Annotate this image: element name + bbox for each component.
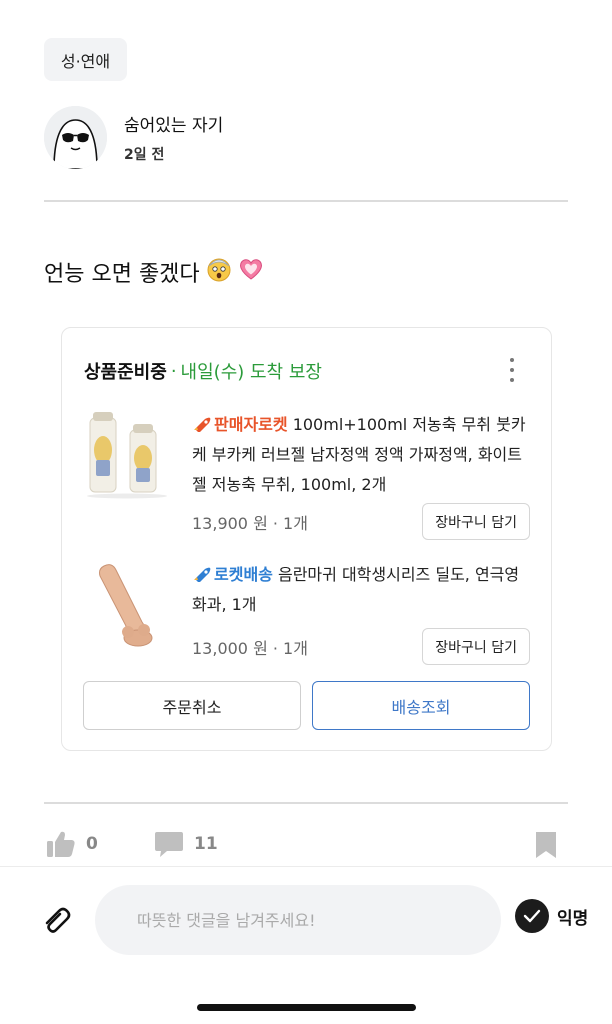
status-separator: · [170,360,177,382]
post-time: 2일 전 [124,147,165,163]
divider [44,200,568,202]
order-card: 상품준비중 · 내일(수) 도착 보장 판매자로켓 100ml+100ml 저농… [61,327,552,751]
order-status-label: 상품준비중 [84,362,167,383]
category-chip[interactable]: 성·연애 [44,38,127,81]
order-actions: 주문취소 배송조회 [83,681,530,730]
home-indicator [197,1004,416,1011]
avatar-sunglasses-icon [44,106,107,169]
product-title[interactable]: 로켓배송 음란마귀 대학생시리즈 딜도, 연극영화과, 1개 [192,560,532,620]
add-to-cart-button[interactable]: 장바구니 담기 [422,503,530,540]
comment-button[interactable]: 11 [154,830,218,858]
product-thumbnail[interactable] [82,560,172,650]
check-icon[interactable] [515,899,549,933]
author-info: 숨어있는 자기 2일 전 [44,106,223,169]
bookmark-icon[interactable] [534,830,558,860]
seller-rocket-badge: 판매자로켓 [214,415,288,434]
price-row: 13,000 원 · 1개 장바구니 담기 [192,628,530,665]
product-price: 13,000 원 · 1개 [192,638,308,658]
like-button[interactable]: 0 [46,830,98,858]
order-status: 상품준비중 · 내일(수) 도착 보장 [84,358,322,384]
track-delivery-button[interactable]: 배송조회 [312,681,530,730]
shocked-emoji-icon [206,256,232,288]
anonymous-toggle[interactable]: 익명 [515,899,588,933]
divider [44,802,568,804]
comment-icon [155,832,183,857]
add-to-cart-button[interactable]: 장바구니 담기 [422,628,530,665]
rocket-delivery-badge: 로켓배송 [214,565,273,584]
post-body: 언능 오면 좋겠다 [44,256,264,288]
reaction-bar: 0 11 [46,830,566,860]
composer-divider [0,866,612,867]
comment-count: 11 [194,834,218,854]
anonymous-label: 익명 [557,908,589,929]
comment-input[interactable] [95,885,501,955]
like-count: 0 [86,834,98,854]
rocket-icon [194,417,211,432]
paperclip-icon[interactable] [38,902,76,940]
kebab-menu-icon[interactable] [509,358,515,382]
product-price: 13,900 원 · 1개 [192,513,308,533]
avatar[interactable] [44,106,107,169]
heart-emoji-icon [238,257,264,287]
cancel-order-button[interactable]: 주문취소 [83,681,301,730]
product-title[interactable]: 판매자로켓 100ml+100ml 저농축 무취 붓카케 부카케 러브젤 남자정… [192,410,532,500]
rocket-icon [194,567,211,582]
post-text: 언능 오면 좋겠다 [44,262,200,287]
arrival-guarantee: 내일(수) 도착 보장 [180,362,322,383]
thumbs-up-icon [47,831,75,857]
author-name: 숨어있는 자기 [124,116,224,136]
product-thumbnail[interactable] [82,410,172,500]
price-row: 13,900 원 · 1개 장바구니 담기 [192,503,530,540]
